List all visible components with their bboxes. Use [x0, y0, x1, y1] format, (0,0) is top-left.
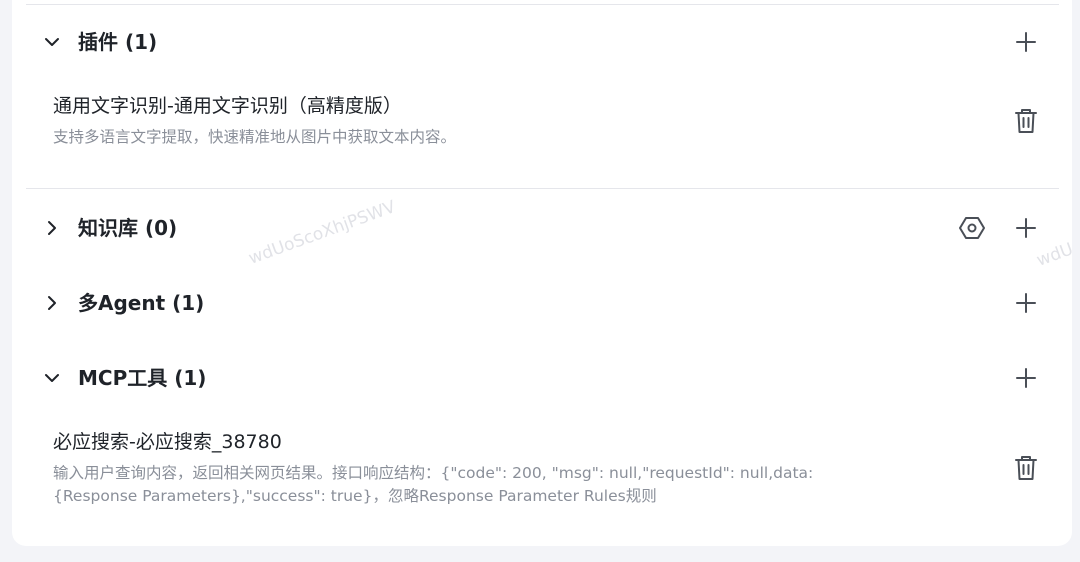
section-mcp-tools-title: MCP工具 (1): [78, 366, 207, 390]
chevron-right-icon[interactable]: [42, 218, 62, 238]
section-multi-agent-header[interactable]: 多Agent (1): [12, 283, 1072, 323]
delete-plugin-button[interactable]: [1014, 108, 1038, 134]
trash-icon: [1015, 456, 1037, 480]
add-agent-button[interactable]: [1014, 291, 1038, 315]
top-divider: [26, 4, 1059, 5]
plus-icon: [1016, 368, 1036, 388]
trash-icon: [1015, 109, 1037, 133]
plugin-item-name: 通用文字识别-通用文字识别（高精度版）: [53, 95, 402, 117]
mcp-tool-item-name: 必应搜索-必应搜索_38780: [53, 431, 282, 453]
plus-icon: [1016, 32, 1036, 52]
section-mcp-tools-header[interactable]: MCP工具 (1): [12, 358, 1072, 398]
section-plugins-title: 插件 (1): [78, 30, 158, 54]
knowledge-settings-button[interactable]: [959, 215, 985, 241]
section-multi-agent-title: 多Agent (1): [78, 291, 205, 315]
plugin-item-description: 支持多语言文字提取，快速精准地从图片中获取文本内容。: [53, 128, 457, 146]
chevron-down-icon[interactable]: [42, 368, 62, 388]
mcp-tool-item-description-line2: {Response Parameters},"success": true}，忽…: [53, 487, 657, 505]
add-knowledge-button[interactable]: [1014, 216, 1038, 240]
section-knowledge-header[interactable]: 知识库 (0): [12, 208, 1072, 248]
plus-icon: [1016, 293, 1036, 313]
section-divider: [26, 188, 1059, 189]
hexagon-settings-icon: [959, 217, 985, 239]
delete-mcp-tool-button[interactable]: [1014, 455, 1038, 481]
section-plugins-header[interactable]: 插件 (1): [12, 22, 1072, 62]
chevron-down-icon[interactable]: [42, 32, 62, 52]
add-mcp-tool-button[interactable]: [1014, 366, 1038, 390]
agent-config-panel: 插件 (1) 通用文字识别-通用文字识别（高精度版） 支持多语言文字提取，快速精…: [12, 0, 1072, 546]
section-knowledge-title: 知识库 (0): [78, 216, 178, 240]
mcp-tool-item-description-line1: 输入用户查询内容，返回相关网页结果。接口响应结构：{"code": 200, "…: [53, 464, 814, 482]
add-plugin-button[interactable]: [1014, 30, 1038, 54]
chevron-right-icon[interactable]: [42, 293, 62, 313]
plus-icon: [1016, 218, 1036, 238]
